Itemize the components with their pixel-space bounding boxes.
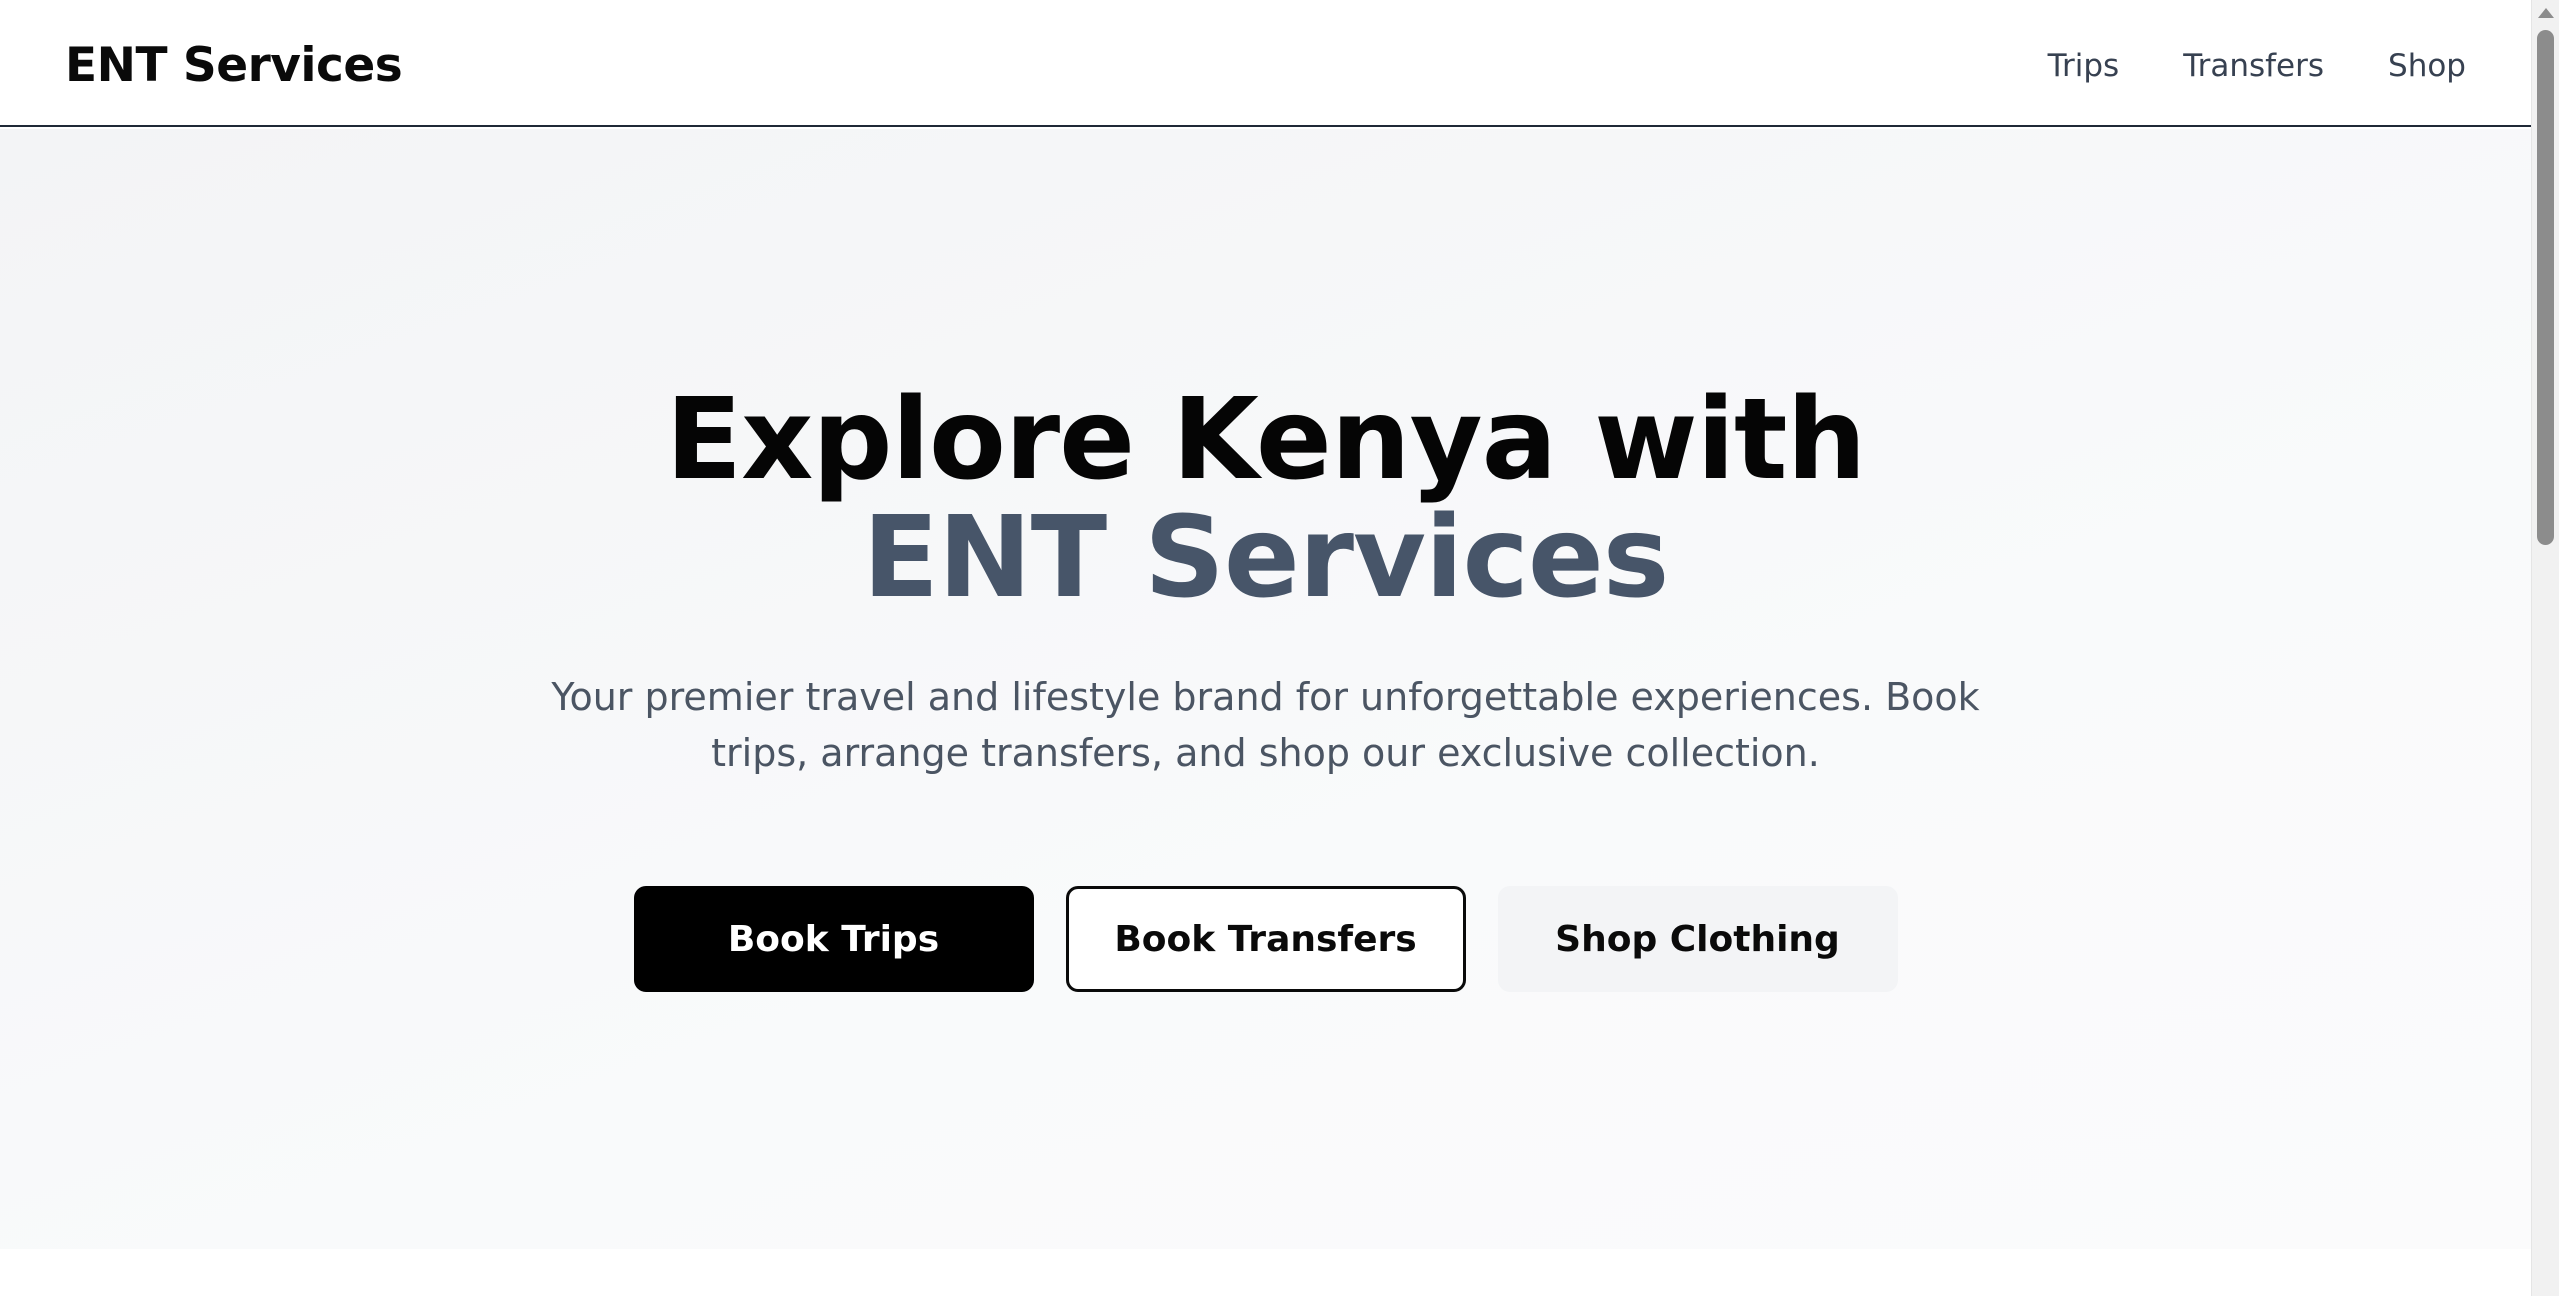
hero-cta-group: Book Trips Book Transfers Shop Clothing	[0, 886, 2531, 992]
hero-subtitle: Your premier travel and lifestyle brand …	[551, 675, 1980, 775]
book-trips-button[interactable]: Book Trips	[633, 886, 1034, 992]
main-content: ENT Services Trips Transfers Shop Explor…	[0, 0, 2531, 1296]
hero-section: Explore Kenya with ENT Services Your pre…	[0, 129, 2531, 1249]
hero-title-line1: Explore Kenya with	[665, 375, 1867, 505]
hero-title-brand: ENT Services	[862, 493, 1670, 623]
vertical-scrollbar[interactable]	[2531, 0, 2559, 1296]
nav-link-trips[interactable]: Trips	[2048, 44, 2120, 88]
site-logo[interactable]: ENT Services	[65, 36, 403, 96]
page: ENT Services Trips Transfers Shop Explor…	[0, 0, 2559, 1296]
nav-link-shop[interactable]: Shop	[2388, 44, 2466, 88]
site-header: ENT Services Trips Transfers Shop	[0, 0, 2531, 127]
book-transfers-button[interactable]: Book Transfers	[1065, 886, 1466, 992]
nav-link-transfers[interactable]: Transfers	[2183, 44, 2324, 88]
hero-title: Explore Kenya with ENT Services	[0, 381, 2531, 617]
scroll-up-arrow-icon[interactable]	[2538, 8, 2554, 18]
scrollbar-thumb[interactable]	[2537, 30, 2554, 545]
main-nav: Trips Transfers Shop	[2048, 44, 2466, 88]
shop-clothing-button[interactable]: Shop Clothing	[1497, 886, 1898, 992]
